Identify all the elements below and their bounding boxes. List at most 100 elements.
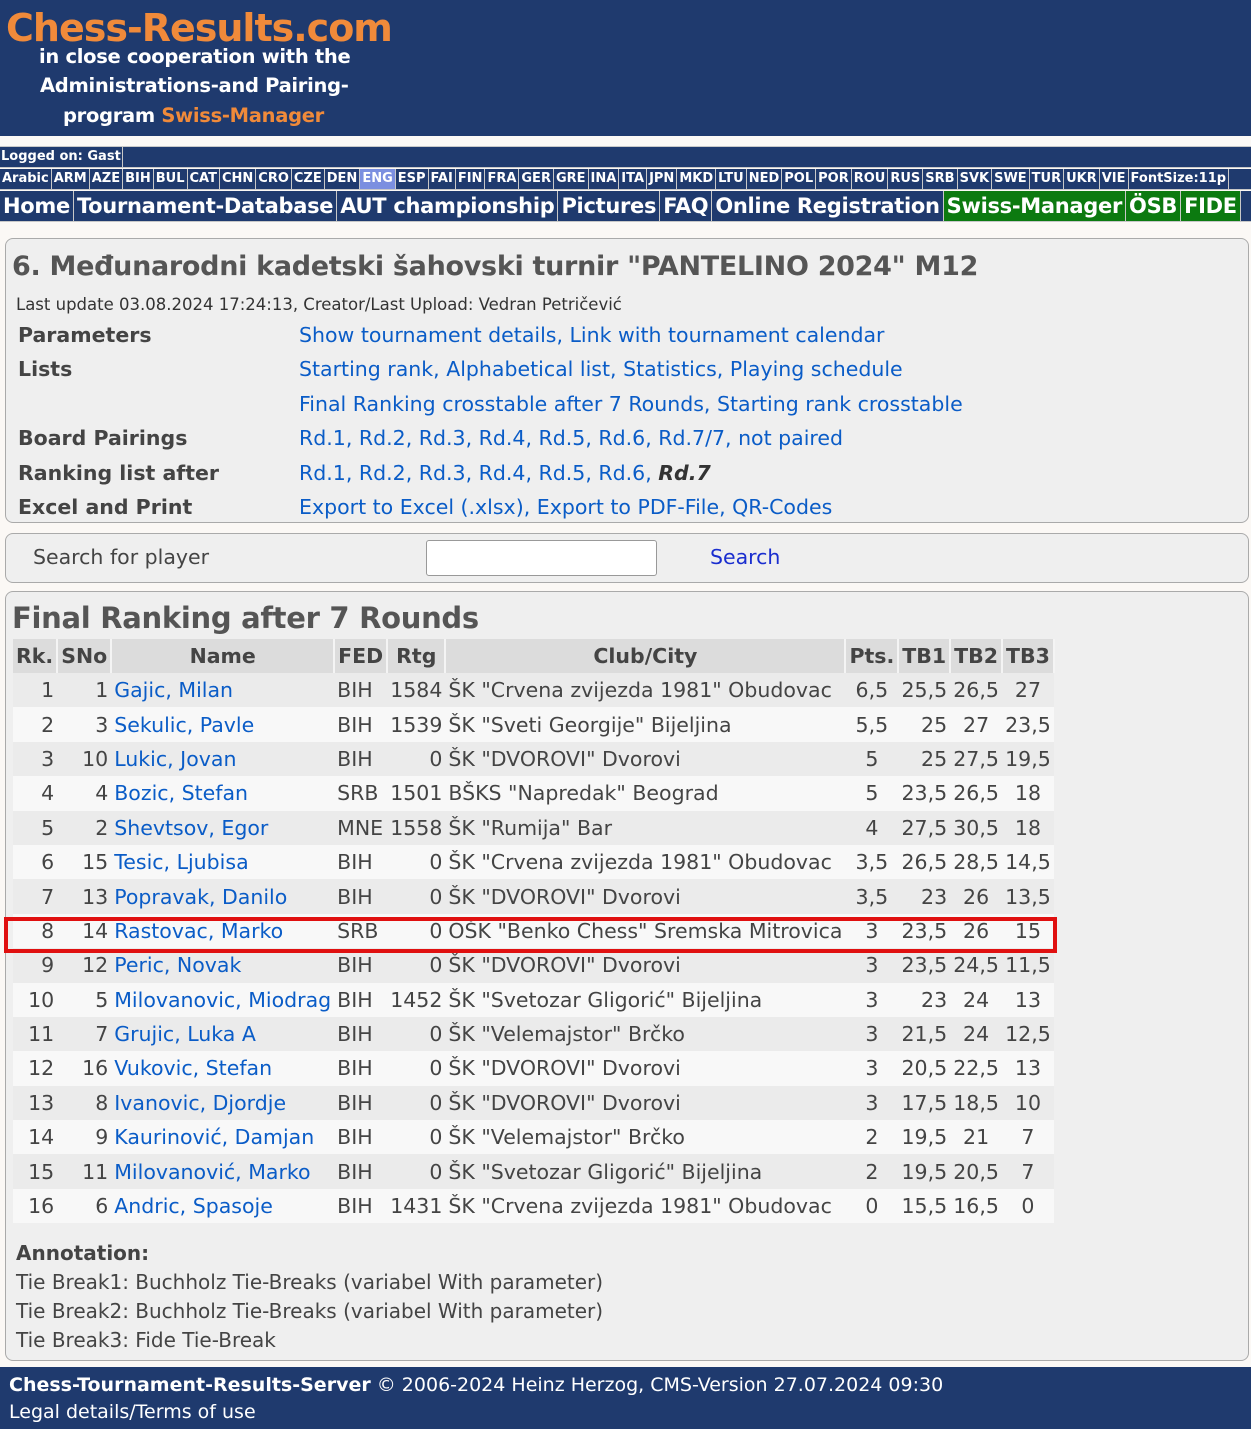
cell-rk: 11 bbox=[13, 1016, 58, 1052]
link-show-tournament-details[interactable]: Show tournament details bbox=[299, 323, 556, 347]
lang-ita[interactable]: ITA bbox=[619, 169, 648, 189]
cell-sno: 16 bbox=[57, 1051, 112, 1086]
nav-online-registration[interactable]: Online Registration bbox=[712, 191, 944, 221]
lang-fin[interactable]: FIN bbox=[456, 169, 486, 189]
cell-tb1: 23 bbox=[898, 879, 951, 914]
lang-por[interactable]: POR bbox=[816, 169, 852, 189]
lang-ina[interactable]: INA bbox=[589, 169, 620, 189]
lang-ukr[interactable]: UKR bbox=[1064, 169, 1100, 189]
lang-rus[interactable]: RUS bbox=[888, 169, 924, 189]
tournament-title: 6. Međunarodni kadetski šahovski turnir … bbox=[12, 251, 979, 282]
player-link[interactable]: Tesic, Ljubisa bbox=[114, 850, 248, 874]
lang-rou[interactable]: ROU bbox=[852, 169, 889, 189]
player-link[interactable]: Peric, Novak bbox=[114, 953, 241, 977]
nav-faq[interactable]: FAQ bbox=[660, 191, 713, 221]
cell-fed: BIH bbox=[334, 1188, 388, 1224]
lang-cze[interactable]: CZE bbox=[292, 169, 325, 189]
link-link-with-tournament-calendar[interactable]: Link with tournament calendar bbox=[570, 323, 885, 347]
lang-pol[interactable]: POL bbox=[782, 169, 817, 189]
lang-chn[interactable]: CHN bbox=[220, 169, 257, 189]
lang-mkd[interactable]: MKD bbox=[677, 169, 717, 189]
lang-ned[interactable]: NED bbox=[747, 169, 783, 189]
link-export-to-pdf-file[interactable]: Export to PDF-File bbox=[537, 495, 719, 519]
cell-rtg: 1501 bbox=[387, 776, 446, 811]
player-link[interactable]: Lukic, Jovan bbox=[114, 747, 236, 771]
lang-srb[interactable]: SRB bbox=[923, 169, 958, 189]
player-link[interactable]: Grujic, Luka A bbox=[114, 1022, 256, 1046]
login-strip: Logged on: Gast bbox=[0, 146, 1251, 168]
search-input[interactable] bbox=[426, 540, 657, 576]
lang-svk[interactable]: SVK bbox=[958, 169, 993, 189]
lang-arm[interactable]: ARM bbox=[52, 169, 90, 189]
link-final-ranking-crosstable-after-7-rounds[interactable]: Final Ranking crosstable after 7 Rounds bbox=[299, 392, 704, 416]
lang-ger[interactable]: GER bbox=[519, 169, 554, 189]
link-rd-7-7[interactable]: Rd.7/7 bbox=[658, 426, 725, 450]
lang-cat[interactable]: CAT bbox=[188, 169, 220, 189]
player-link[interactable]: Popravak, Danilo bbox=[114, 885, 287, 909]
link-rd-5[interactable]: Rd.5 bbox=[539, 461, 586, 485]
link-export-to-excel-xlsx[interactable]: Export to Excel (.xlsx) bbox=[299, 495, 524, 519]
link-rd-3[interactable]: Rd.3 bbox=[419, 426, 466, 450]
legal-link[interactable]: Legal details/Terms of use bbox=[9, 1401, 256, 1423]
player-link[interactable]: Vukovic, Stefan bbox=[114, 1056, 272, 1080]
player-link[interactable]: Milovanović, Marko bbox=[114, 1160, 310, 1184]
lang-tur[interactable]: TUR bbox=[1030, 169, 1065, 189]
lang-esp[interactable]: ESP bbox=[396, 169, 429, 189]
lang-eng[interactable]: ENG bbox=[360, 169, 396, 189]
cell-fed: BIH bbox=[334, 844, 388, 880]
lang-arabic[interactable]: Arabic bbox=[0, 169, 52, 189]
link-rd-5[interactable]: Rd.5 bbox=[539, 426, 586, 450]
lang-den[interactable]: DEN bbox=[325, 169, 361, 189]
lang-bih[interactable]: BIH bbox=[123, 169, 154, 189]
nav-swiss-manager[interactable]: Swiss-Manager bbox=[943, 191, 1127, 221]
link-rd-6[interactable]: Rd.6 bbox=[598, 426, 645, 450]
search-button[interactable]: Search bbox=[710, 545, 780, 569]
lang-fai[interactable]: FAI bbox=[429, 169, 456, 189]
player-link[interactable]: Milovanovic, Miodrag bbox=[114, 988, 331, 1012]
logo-title[interactable]: Chess-Results.com bbox=[6, 6, 393, 50]
lang-gre[interactable]: GRE bbox=[554, 169, 589, 189]
player-link[interactable]: Bozic, Stefan bbox=[114, 781, 248, 805]
lang-bul[interactable]: BUL bbox=[154, 169, 188, 189]
link-rd-3[interactable]: Rd.3 bbox=[419, 461, 466, 485]
lang-fra[interactable]: FRA bbox=[485, 169, 520, 189]
link-rd-2[interactable]: Rd.2 bbox=[359, 461, 406, 485]
link-playing-schedule[interactable]: Playing schedule bbox=[730, 357, 903, 381]
link-starting-rank-crosstable[interactable]: Starting rank crosstable bbox=[717, 392, 963, 416]
link-rd-1[interactable]: Rd.1 bbox=[299, 426, 346, 450]
nav-pictures[interactable]: Pictures bbox=[558, 191, 661, 221]
nav-sb[interactable]: ÖSB bbox=[1126, 191, 1182, 221]
lang-ltu[interactable]: LTU bbox=[716, 169, 747, 189]
player-link[interactable]: Gajic, Milan bbox=[114, 678, 233, 702]
lang-fontsize-11p[interactable]: FontSize:11p bbox=[1129, 169, 1230, 189]
player-link[interactable]: Shevtsov, Egor bbox=[114, 816, 268, 840]
table-row: 5 2 Shevtsov, Egor MNE 1558 ŠK "Rumija" Bar 4 2… bbox=[13, 810, 1054, 845]
player-link[interactable]: Ivanovic, Djordje bbox=[114, 1091, 286, 1115]
lang-vie[interactable]: VIE bbox=[1100, 169, 1129, 189]
link-qr-codes[interactable]: QR-Codes bbox=[732, 495, 832, 519]
player-link[interactable]: Sekulic, Pavle bbox=[114, 713, 254, 737]
player-link[interactable]: Andric, Spasoje bbox=[114, 1194, 273, 1218]
link-statistics[interactable]: Statistics bbox=[623, 357, 717, 381]
ranking-title: Final Ranking after 7 Rounds bbox=[12, 601, 479, 635]
lang-aze[interactable]: AZE bbox=[90, 169, 124, 189]
cell-fed: BIH bbox=[334, 673, 388, 708]
link-starting-rank[interactable]: Starting rank bbox=[299, 357, 433, 381]
link-rd-1[interactable]: Rd.1 bbox=[299, 461, 346, 485]
link-rd-6[interactable]: Rd.6 bbox=[598, 461, 645, 485]
lang-swe[interactable]: SWE bbox=[992, 169, 1030, 189]
lang-cro[interactable]: CRO bbox=[256, 169, 292, 189]
nav-fide[interactable]: FIDE bbox=[1181, 191, 1241, 221]
player-link[interactable]: Rastovac, Marko bbox=[114, 919, 283, 943]
player-link[interactable]: Kaurinović, Damjan bbox=[114, 1125, 314, 1149]
link-alphabetical-list[interactable]: Alphabetical list bbox=[446, 357, 610, 381]
link-rd-2[interactable]: Rd.2 bbox=[359, 426, 406, 450]
cell-tb2: 28,5 bbox=[950, 844, 1003, 880]
nav-home[interactable]: Home bbox=[0, 191, 74, 221]
link-not-paired[interactable]: not paired bbox=[738, 426, 843, 450]
link-rd-4[interactable]: Rd.4 bbox=[479, 426, 526, 450]
nav-aut-championship[interactable]: AUT championship bbox=[337, 191, 559, 221]
nav-tournament-database[interactable]: Tournament-Database bbox=[74, 191, 338, 221]
lang-jpn[interactable]: JPN bbox=[647, 169, 678, 189]
link-rd-4[interactable]: Rd.4 bbox=[479, 461, 526, 485]
